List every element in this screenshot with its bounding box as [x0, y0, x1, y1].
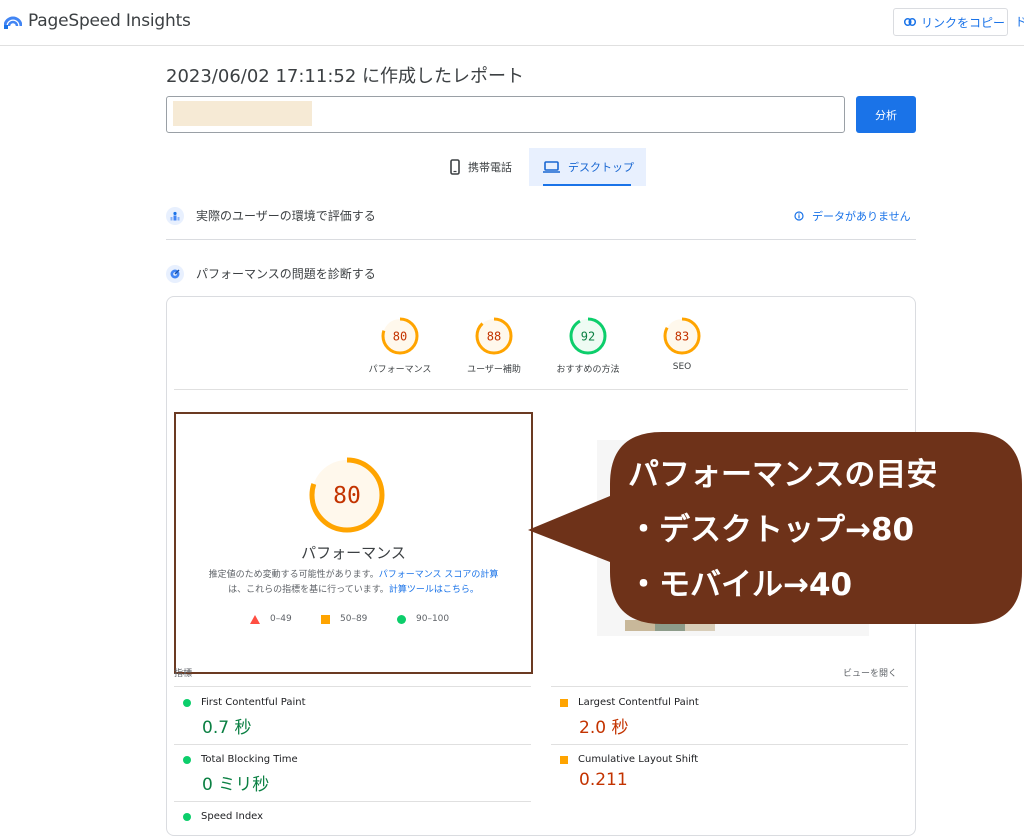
- app-title[interactable]: PageSpeed Insights: [28, 11, 191, 31]
- callout-text: パフォーマンスの目安 ・デスクトップ→80 ・モバイル→40: [628, 448, 1008, 613]
- tab-mobile[interactable]: 携帯電話: [440, 148, 529, 186]
- performance-title: パフォーマンス: [301, 544, 406, 562]
- expand-view-toggle[interactable]: ビューを開く: [843, 666, 897, 679]
- good-circle-icon: [183, 812, 191, 821]
- diagnose-icon: [166, 265, 184, 283]
- score-gauge: 83: [663, 317, 701, 355]
- category-label: ユーザー補助: [467, 365, 521, 375]
- triangle-icon: [250, 614, 260, 624]
- metric-value: 0.7 秒: [202, 718, 252, 738]
- performance-gauge: 80: [309, 457, 385, 533]
- performance-note: 推定値のため変動する可能性があります。パフォーマンス スコアの計算 は、これらの…: [208, 570, 499, 595]
- circle-icon: [397, 614, 406, 624]
- score-calc-link[interactable]: パフォーマンス スコアの計算: [379, 570, 499, 580]
- tab-mobile-label: 携帯電話: [468, 161, 512, 174]
- copy-link-label: リンクをコピー: [921, 15, 1006, 30]
- score-gauge: 92: [569, 317, 607, 355]
- field-data-icon: [166, 207, 184, 225]
- legend-poor: 0–49: [250, 614, 292, 624]
- divider: [174, 801, 531, 802]
- good-circle-icon: [183, 698, 191, 707]
- no-data-link[interactable]: データがありません: [794, 208, 911, 224]
- good-circle-icon: [183, 755, 191, 764]
- report-title: 2023/06/02 17:11:52 に作成したレポート: [166, 66, 525, 87]
- average-square-icon: [560, 755, 568, 764]
- divider: [551, 744, 908, 745]
- category-label: おすすめの方法: [556, 365, 620, 375]
- svg-text:88: 88: [487, 330, 501, 344]
- metric-value: 2.0 秒: [579, 718, 629, 738]
- metric-value: 0.211: [579, 770, 628, 790]
- pagespeed-logo-icon: [4, 16, 22, 29]
- calculator-link[interactable]: 計算ツールはこちら。: [389, 585, 479, 595]
- copy-link-button[interactable]: リンクをコピー: [893, 8, 1008, 36]
- tab-desktop-label: デスクトップ: [568, 161, 634, 174]
- redacted-url: [173, 101, 312, 126]
- svg-text:83: 83: [675, 330, 689, 344]
- category-accessibility[interactable]: 88 ユーザー補助: [454, 316, 534, 375]
- category-label: SEO: [672, 362, 692, 372]
- svg-text:92: 92: [581, 330, 595, 344]
- metric-fcp: First Contentful Paint 0.7 秒: [183, 697, 523, 738]
- analyze-button[interactable]: 分析: [856, 96, 916, 133]
- category-best-practices[interactable]: 92 おすすめの方法: [548, 316, 628, 375]
- link-icon: [904, 18, 916, 26]
- phone-icon: [450, 159, 460, 175]
- metric-lcp: Largest Contentful Paint 2.0 秒: [560, 697, 900, 738]
- callout-line: パフォーマンスの目安: [628, 457, 938, 493]
- tab-desktop[interactable]: デスクトップ: [529, 148, 646, 186]
- metric-cls: Cumulative Layout Shift 0.211: [560, 754, 900, 790]
- legend-average: 50–89: [321, 614, 367, 624]
- category-seo[interactable]: 83 SEO: [642, 316, 722, 372]
- metrics-label: 指標: [174, 669, 193, 679]
- category-label: パフォーマンス: [368, 365, 432, 375]
- no-data-label: データがありません: [812, 210, 911, 223]
- callout-line: ・デスクトップ→80: [628, 512, 915, 548]
- average-square-icon: [560, 698, 568, 707]
- divider: [174, 744, 531, 745]
- metric-speed-index: Speed Index: [183, 811, 523, 822]
- metric-value: 0 ミリ秒: [202, 775, 270, 795]
- legend-good: 90–100: [397, 614, 449, 624]
- svg-text:80: 80: [393, 330, 407, 344]
- divider: [166, 239, 916, 240]
- info-icon: [794, 211, 804, 221]
- divider: [551, 686, 908, 687]
- score-gauge: 88: [475, 317, 513, 355]
- square-icon: [321, 614, 330, 624]
- cut-off-header-link[interactable]: ド: [1015, 13, 1024, 30]
- divider: [174, 686, 531, 687]
- top-bar: PageSpeed Insights リンクをコピー ド: [0, 0, 1024, 46]
- svg-text:80: 80: [333, 483, 361, 509]
- field-section-title: 実際のユーザーの環境で評価する: [196, 209, 376, 223]
- laptop-icon: [543, 161, 560, 173]
- score-gauge: 80: [381, 317, 419, 355]
- callout-line: ・モバイル→40: [628, 567, 853, 603]
- metric-tbt: Total Blocking Time 0 ミリ秒: [183, 754, 523, 795]
- category-performance[interactable]: 80 パフォーマンス: [360, 316, 440, 375]
- tab-selected-indicator: [543, 184, 631, 186]
- lab-section-title: パフォーマンスの問題を診断する: [196, 267, 376, 281]
- divider: [174, 389, 908, 390]
